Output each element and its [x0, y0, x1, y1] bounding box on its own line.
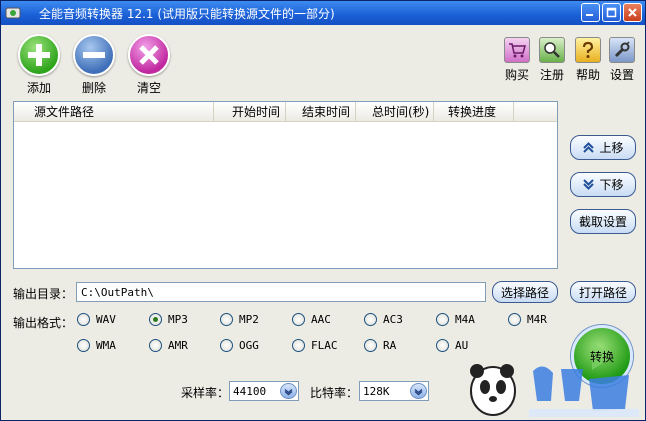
register-label: 注册: [539, 68, 564, 82]
format-radio-ogg[interactable]: OGG: [220, 339, 259, 352]
plus-icon: [18, 34, 60, 76]
output-format-label: 输出格式：: [13, 316, 74, 330]
format-radio-mp3[interactable]: MP3: [149, 313, 188, 326]
format-radio-wma[interactable]: WMA: [77, 339, 116, 352]
app-window: 全能音频转换器 12.1 (试用版只能转换源文件的一部分) 添加 删除 清空 购…: [0, 0, 646, 421]
bitrate-label: 比特率：: [310, 386, 359, 400]
radio-button: [436, 339, 449, 352]
window-title: 全能音频转换器 12.1 (试用版只能转换源文件的一部分): [39, 7, 335, 21]
minus-icon: [73, 34, 115, 76]
file-list[interactable]: 源文件路径 开始时间 结束时间 总时间(秒) 转换进度: [13, 101, 558, 269]
column-source-path[interactable]: 源文件路径: [14, 102, 214, 122]
help-label: 帮助: [575, 68, 600, 82]
chevron-down-icon[interactable]: [410, 383, 427, 399]
radio-button-checked: [149, 313, 162, 326]
move-down-label: 下移: [599, 178, 624, 192]
cart-icon: [504, 37, 530, 63]
sample-rate-select[interactable]: 44100: [229, 381, 299, 401]
close-button[interactable]: [623, 3, 642, 22]
clip-settings-button[interactable]: 截取设置: [570, 209, 636, 234]
bitrate-select[interactable]: 128K: [359, 381, 429, 401]
clear-button[interactable]: 清空: [126, 34, 172, 96]
format-radio-wav[interactable]: WAV: [77, 313, 116, 326]
maximize-icon: [606, 7, 617, 18]
format-radio-flac[interactable]: FLAC: [292, 339, 338, 352]
format-radio-ra[interactable]: RA: [364, 339, 396, 352]
open-path-button[interactable]: 打开路径: [570, 281, 636, 303]
column-total-time[interactable]: 总时间(秒): [356, 102, 434, 122]
radio-button: [292, 313, 305, 326]
format-radio-amr[interactable]: AMR: [149, 339, 188, 352]
column-progress[interactable]: 转换进度: [434, 102, 514, 122]
format-radio-mp2[interactable]: MP2: [220, 313, 259, 326]
format-radio-ac3[interactable]: AC3: [364, 313, 403, 326]
add-button[interactable]: 添加: [16, 34, 62, 96]
radio-button: [364, 339, 377, 352]
magnifier-icon: [539, 37, 565, 63]
add-label: 添加: [26, 81, 51, 95]
radio-button: [77, 339, 90, 352]
clip-settings-label: 截取设置: [578, 215, 627, 229]
bitrate-value: 128K: [363, 384, 390, 398]
minimize-icon: [586, 14, 593, 16]
maximize-button[interactable]: [602, 3, 621, 22]
column-start-time[interactable]: 开始时间: [214, 102, 286, 122]
buy-label: 购买: [504, 68, 529, 82]
question-icon: [575, 37, 601, 63]
chevron-down-icon[interactable]: [280, 383, 297, 399]
convert-label: 转换: [589, 349, 614, 364]
settings-button[interactable]: 设置: [605, 37, 639, 83]
choose-path-label: 选择路径: [500, 285, 549, 300]
output-dir-label: 输出目录：: [13, 287, 74, 301]
radio-button: [364, 313, 377, 326]
help-button[interactable]: 帮助: [571, 37, 605, 83]
clear-label: 清空: [136, 81, 161, 95]
radio-button: [508, 313, 521, 326]
sample-rate-value: 44100: [233, 384, 267, 398]
move-down-button[interactable]: 下移: [570, 172, 636, 197]
x-icon: [128, 34, 170, 76]
format-radio-aac[interactable]: AAC: [292, 313, 331, 326]
move-up-button[interactable]: 上移: [570, 135, 636, 160]
radio-button: [220, 313, 233, 326]
format-radio-m4a[interactable]: M4A: [436, 313, 475, 326]
watermark-logo: [470, 364, 639, 417]
settings-label: 设置: [609, 68, 634, 82]
output-dir-input[interactable]: [76, 282, 486, 302]
double-up-arrow-icon: [583, 142, 595, 153]
close-icon: [628, 8, 637, 17]
radio-button: [220, 339, 233, 352]
open-path-label: 打开路径: [578, 285, 627, 300]
title-bar[interactable]: 全能音频转换器 12.1 (试用版只能转换源文件的一部分): [1, 1, 645, 25]
buy-button[interactable]: 购买: [500, 37, 534, 83]
radio-button: [77, 313, 90, 326]
minimize-button[interactable]: [581, 3, 600, 22]
format-radio-m4r[interactable]: M4R: [508, 313, 547, 326]
register-button[interactable]: 注册: [535, 37, 569, 83]
radio-button: [149, 339, 162, 352]
choose-path-button[interactable]: 选择路径: [492, 281, 558, 303]
double-down-arrow-icon: [583, 179, 595, 190]
radio-button: [292, 339, 305, 352]
remove-label: 删除: [81, 81, 106, 95]
remove-button[interactable]: 删除: [71, 34, 117, 96]
column-end-time[interactable]: 结束时间: [286, 102, 356, 122]
sample-rate-label: 采样率：: [181, 386, 230, 400]
app-icon: [5, 7, 21, 19]
radio-button: [436, 313, 449, 326]
move-up-label: 上移: [599, 141, 624, 155]
file-list-header: 源文件路径 开始时间 结束时间 总时间(秒) 转换进度: [14, 102, 557, 122]
wrench-icon: [609, 37, 635, 63]
